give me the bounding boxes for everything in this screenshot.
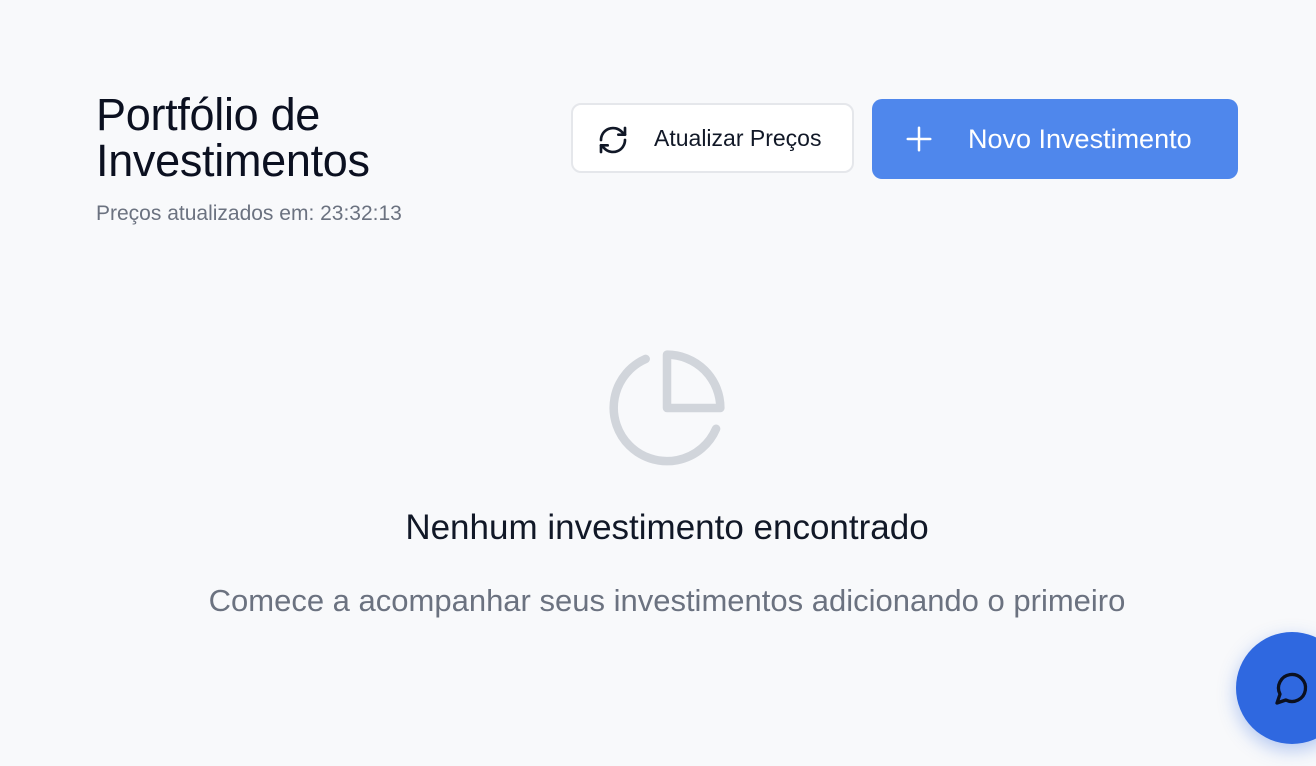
chat-button[interactable] xyxy=(1236,632,1316,744)
empty-state-description: Comece a acompanhar seus investimentos a… xyxy=(208,583,1126,618)
refresh-icon xyxy=(599,126,627,154)
page-title: Portfólio de Investimentos xyxy=(96,89,370,186)
refresh-prices-label: Atualizar Preços xyxy=(654,125,822,151)
new-investment-label: Novo Investimento xyxy=(968,124,1192,154)
new-investment-button[interactable]: Novo Investimento xyxy=(872,99,1238,179)
empty-state-title: Nenhum investimento encontrado xyxy=(405,508,929,547)
chat-bubble-icon xyxy=(1275,672,1308,705)
last-updated-text: Preços atualizados em: 23:32:13 xyxy=(96,202,402,225)
page-header: Portfólio de Investimentos Preços atuali… xyxy=(96,92,1238,232)
portfolio-page: Portfólio de Investimentos Preços atuali… xyxy=(0,0,1316,766)
plus-icon xyxy=(906,126,932,152)
pie-chart-icon xyxy=(609,350,725,466)
refresh-prices-button[interactable]: Atualizar Preços xyxy=(571,103,854,173)
